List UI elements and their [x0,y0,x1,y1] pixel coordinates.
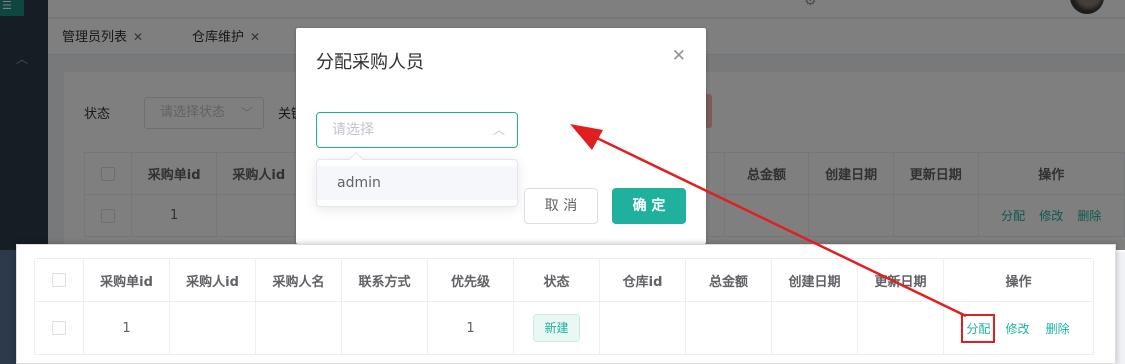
delete-link[interactable]: 删除 [1046,322,1070,336]
close-icon[interactable]: ✕ [672,46,686,66]
cell-id: 1 [83,301,170,355]
column-header: 采购人id [169,258,256,302]
chevron-up-icon: ︿ [492,123,505,137]
cell-status: 新建 [513,301,600,355]
column-header: 总金额 [685,258,772,302]
column-header: 采购人名 [255,258,342,302]
select-all-header [34,258,84,302]
cell-actions: 分配 修改 删除 [943,301,1094,355]
zoomed-table-inset: 采购单id 采购人id 采购人名 联系方式 优先级 状态 仓库id 总金额 创建… [16,244,1116,364]
cell-warehouse-id [599,301,686,355]
row-checkbox[interactable] [52,321,66,335]
purchase-table: 采购单id 采购人id 采购人名 联系方式 优先级 状态 仓库id 总金额 创建… [34,258,1094,355]
assign-link-highlighted[interactable]: 分配 [961,313,996,343]
buyer-select-placeholder: 请选择 [332,122,374,138]
select-all-checkbox[interactable] [52,273,66,287]
cell-priority: 1 [427,301,514,355]
cell-created [771,301,858,355]
column-header: 更新日期 [857,258,944,302]
cell-contact [341,301,428,355]
column-header: 仓库id [599,258,686,302]
column-header: 优先级 [427,258,514,302]
buyer-dropdown: admin [316,151,518,207]
dropdown-caret [348,151,364,167]
cell-buyer-id [169,301,256,355]
cell-updated [857,301,944,355]
column-header: 联系方式 [341,258,428,302]
table-row: 1 1 新建 分配 修改 删除 [34,301,1094,355]
column-header: 创建日期 [771,258,858,302]
assign-buyer-dialog: 分配采购人员 ✕ 请选择 ︿ admin 取 消 确 定 [296,28,706,244]
column-header: 操作 [943,258,1094,302]
buyer-select[interactable]: 请选择 ︿ [316,112,518,148]
row-checkbox-cell [34,301,84,355]
status-badge: 新建 [533,314,580,342]
cancel-button[interactable]: 取 消 [524,188,598,224]
cell-total [685,301,772,355]
column-header: 采购单id [83,258,170,302]
dialog-title: 分配采购人员 [316,52,424,73]
edit-link[interactable]: 修改 [1005,322,1029,336]
column-header: 状态 [513,258,600,302]
dropdown-option-admin[interactable]: admin [317,166,517,200]
cell-buyer-name [255,301,342,355]
confirm-button[interactable]: 确 定 [612,188,686,224]
